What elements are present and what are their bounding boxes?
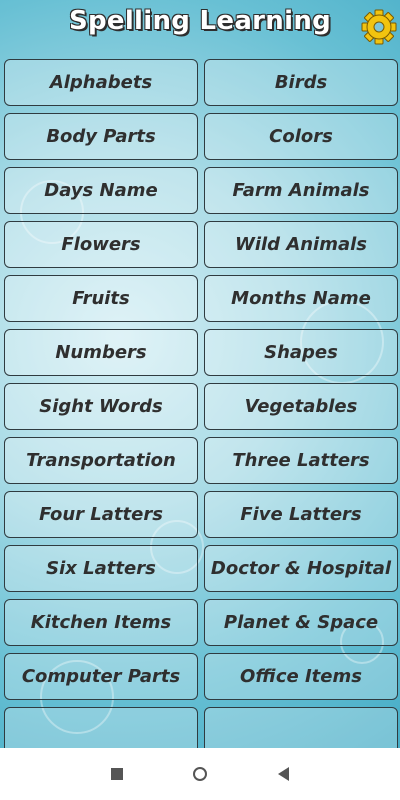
category-sight-words-button[interactable]: Sight Words — [4, 383, 198, 430]
app-title: Spelling Learning — [68, 6, 332, 36]
category-days-name-button[interactable]: Days Name — [4, 167, 198, 214]
category-office-items-button[interactable]: Office Items — [204, 653, 398, 700]
category-body-parts-button[interactable]: Body Parts — [4, 113, 198, 160]
square-icon — [111, 768, 123, 780]
category-alphabets-button[interactable]: Alphabets — [4, 59, 198, 106]
circle-icon — [193, 767, 207, 781]
gear-icon[interactable] — [360, 8, 398, 46]
category-vegetables-button[interactable]: Vegetables — [204, 383, 398, 430]
category-kitchen-items-button[interactable]: Kitchen Items — [4, 599, 198, 646]
app-screen: Spelling Learning Alphabets Birds Body P… — [0, 0, 400, 748]
category-planet-space-button[interactable]: Planet & Space — [204, 599, 398, 646]
category-months-name-button[interactable]: Months Name — [204, 275, 398, 322]
category-partial-button[interactable] — [4, 707, 198, 748]
back-button[interactable] — [273, 764, 293, 784]
system-nav-bar — [0, 748, 400, 800]
category-four-latters-button[interactable]: Four Latters — [4, 491, 198, 538]
category-partial-button[interactable] — [204, 707, 398, 748]
category-flowers-button[interactable]: Flowers — [4, 221, 198, 268]
category-colors-button[interactable]: Colors — [204, 113, 398, 160]
category-wild-animals-button[interactable]: Wild Animals — [204, 221, 398, 268]
category-computer-parts-button[interactable]: Computer Parts — [4, 653, 198, 700]
recents-button[interactable] — [107, 764, 127, 784]
category-numbers-button[interactable]: Numbers — [4, 329, 198, 376]
category-fruits-button[interactable]: Fruits — [4, 275, 198, 322]
header: Spelling Learning — [0, 0, 400, 52]
category-three-latters-button[interactable]: Three Latters — [204, 437, 398, 484]
category-birds-button[interactable]: Birds — [204, 59, 398, 106]
category-doctor-hospital-button[interactable]: Doctor & Hospital — [204, 545, 398, 592]
category-six-latters-button[interactable]: Six Latters — [4, 545, 198, 592]
category-grid: Alphabets Birds Body Parts Colors Days N… — [4, 59, 398, 748]
home-button[interactable] — [190, 764, 210, 784]
category-shapes-button[interactable]: Shapes — [204, 329, 398, 376]
category-transportation-button[interactable]: Transportation — [4, 437, 198, 484]
category-farm-animals-button[interactable]: Farm Animals — [204, 167, 398, 214]
back-triangle-icon — [277, 767, 289, 781]
category-five-latters-button[interactable]: Five Latters — [204, 491, 398, 538]
